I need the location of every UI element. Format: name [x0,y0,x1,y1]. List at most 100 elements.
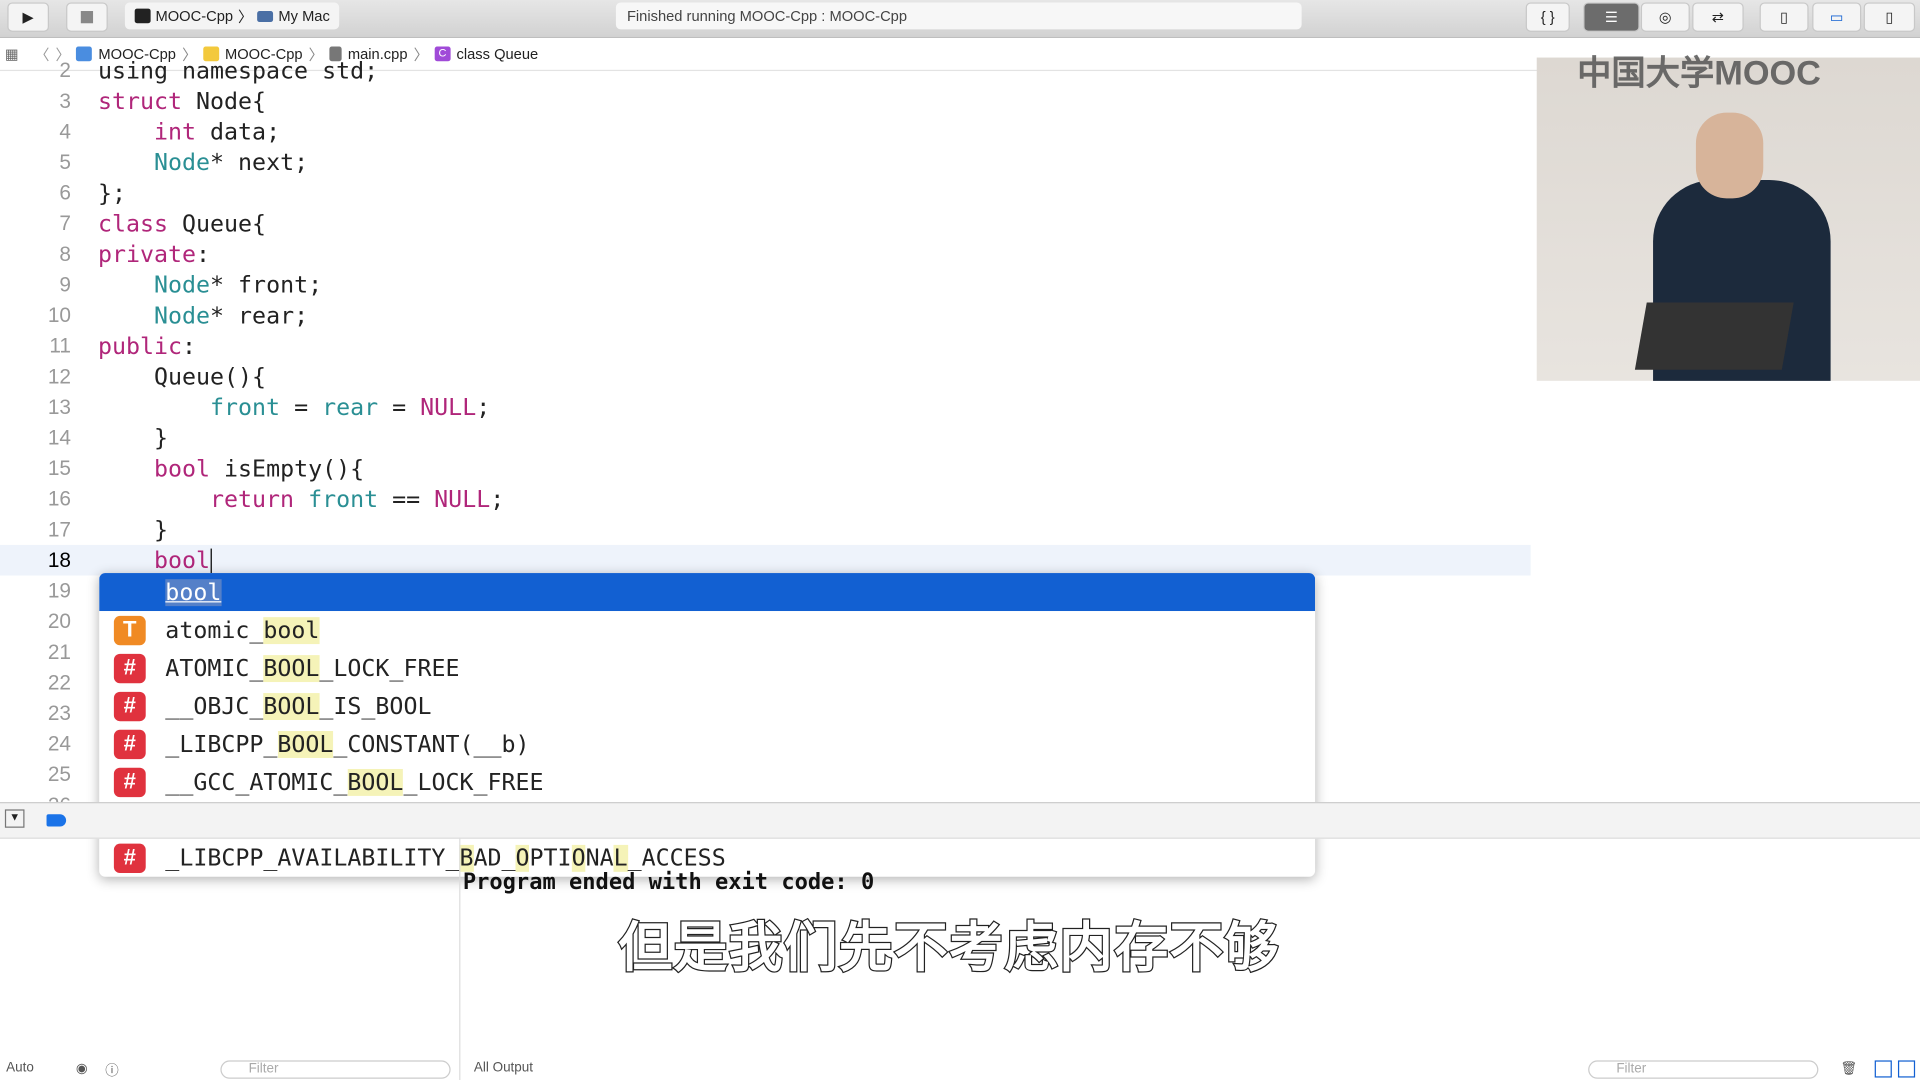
split-left-icon[interactable] [1874,1060,1892,1078]
completion-item[interactable]: bool [99,573,1316,612]
play-icon: ▶ [22,8,34,26]
line-number: 19 [47,578,72,602]
line-number: 23 [47,701,72,725]
info-icon[interactable]: ⓘ [105,1060,118,1080]
code-line[interactable]: 12 Queue(){ [0,361,1531,392]
code-text: bool isEmpty(){ [153,454,365,482]
completion-text: bool [165,578,222,606]
toolbar: ▶ MOOC-Cpp 〉 My Mac Finished running MOOC… [0,0,1920,38]
line-number: 16 [47,486,72,511]
completion-text: ATOMIC_BOOL_LOCK_FREE [165,654,460,682]
output-mode-select[interactable]: All Output [474,1060,533,1075]
macro-icon: # [113,653,146,683]
line-number: 21 [47,639,72,664]
debug-area-toggle[interactable]: ▭ [1812,2,1862,32]
completion-item[interactable]: # __GCC_ATOMIC_BOOL_LOCK_FREE [99,763,1315,801]
line-number: 14 [47,425,72,449]
code-line[interactable]: 4 int data; [0,116,1531,147]
line-number: 5 [59,150,72,174]
console-output: Program ended with exit code: 0 [462,869,875,896]
code-line[interactable]: 9 Node* front; [0,269,1531,300]
line-number: 4 [59,119,72,143]
assistant-editor-button[interactable]: ◎ [1640,2,1690,32]
completion-item[interactable]: # _LIBCPP_BOOL_CONSTANT(__b) [99,725,1315,763]
video-subtitle: 但是我们先不考虑内存不够 [617,916,1280,981]
completion-item[interactable]: Tatomic_bool [99,611,1315,649]
standard-editor-button[interactable]: ☰ [1583,2,1640,32]
scheme-name: MOOC-Cpp [155,7,234,25]
code-line[interactable]: 13 front = rear = NULL; [0,392,1531,423]
code-text: class Queue{ [97,210,267,237]
left-panel-icon: ▯ [1780,8,1789,26]
arrows-icon: ⇄ [1711,8,1725,26]
code-line[interactable]: 3 struct Node{ [0,86,1531,117]
code-line[interactable]: 16 return front == NULL; [0,484,1531,515]
code-text: }; [97,179,126,207]
run-button[interactable]: ▶ [7,2,49,32]
type-icon: T [113,615,146,645]
hide-debug-icon[interactable]: ▼ [4,809,25,828]
code-line[interactable]: 8 private: [0,239,1531,270]
stop-button[interactable] [66,2,108,32]
code-line[interactable]: 18 bool [0,544,1531,576]
completion-item[interactable]: # __OBJC_BOOL_IS_BOOL [99,687,1315,725]
breakpoints-icon[interactable] [46,814,67,827]
xcode-window: ▶ MOOC-Cpp 〉 My Mac Finished running MOOC… [0,0,1920,1080]
code-line[interactable]: 5 Node* next; [0,147,1531,178]
code-line[interactable]: 14 } [0,422,1531,453]
line-number: 17 [47,517,72,541]
destination-name: My Mac [278,7,330,25]
macro-icon: # [113,729,146,759]
mooc-logo: 中国大学MOOC [1577,47,1821,96]
variables-mode-select[interactable]: Auto [6,1060,34,1075]
code-line[interactable]: 15 bool isEmpty(){ [0,453,1531,484]
split-right-icon[interactable] [1897,1060,1916,1078]
code-text: private: [97,240,211,268]
line-number: 6 [59,180,72,204]
rings-icon: ◎ [1658,8,1672,26]
line-number: 20 [47,609,72,633]
code-text: Node* next; [153,148,309,176]
code-line[interactable]: 17 } [0,514,1531,545]
macro-icon: # [113,691,146,721]
logo-text: 中国大学MOOC [1577,53,1821,92]
code-text: Node* front; [153,271,323,299]
line-number: 15 [47,456,72,480]
code-line[interactable]: 6}; [0,178,1531,209]
code-line[interactable]: 2 using namespace std; [0,55,1531,86]
macro-icon: # [113,767,146,797]
code-text: bool [153,546,212,574]
text-caret [210,548,212,574]
completion-item[interactable]: # ATOMIC_BOOL_LOCK_FREE [99,649,1315,687]
code-line[interactable]: 11 public: [0,331,1531,362]
console-filter-input[interactable]: Filter [1588,1060,1819,1079]
inspector-toggle[interactable]: ▯ [1863,2,1916,32]
line-number: 10 [47,303,72,327]
lecturer-video [1536,57,1920,381]
divider [459,837,461,1080]
code-text: public: [97,332,197,360]
code-text: return front == NULL; [210,485,505,513]
completion-text: atomic_bool [165,616,320,644]
eye-icon[interactable]: ◉ [76,1060,88,1077]
navigator-toggle[interactable]: ▯ [1759,2,1809,32]
line-number: 7 [59,211,72,235]
library-button[interactable]: { } [1525,2,1570,32]
line-number: 24 [47,731,72,755]
completion-text: _LIBCPP_BOOL_CONSTANT(__b) [165,730,530,758]
scheme-selector[interactable]: MOOC-Cpp 〉 My Mac [124,2,340,30]
version-editor-button[interactable]: ⇄ [1692,2,1744,32]
bottom-panel-icon: ▭ [1829,8,1844,26]
completion-text: __OBJC_BOOL_IS_BOOL [165,692,432,720]
stop-icon [80,11,94,24]
line-number: 3 [59,88,72,113]
trash-icon[interactable]: 🗑 [1840,1060,1857,1077]
variables-filter-input[interactable]: Filter [220,1060,451,1079]
line-number: 2 [59,58,72,82]
line-number: 13 [47,394,72,419]
code-text: Queue(){ [97,363,267,391]
code-line[interactable]: 7 class Queue{ [0,208,1531,239]
laptop-icon [257,10,274,22]
braces-icon: { } [1540,8,1555,26]
code-line[interactable]: 10 Node* rear; [0,300,1531,331]
